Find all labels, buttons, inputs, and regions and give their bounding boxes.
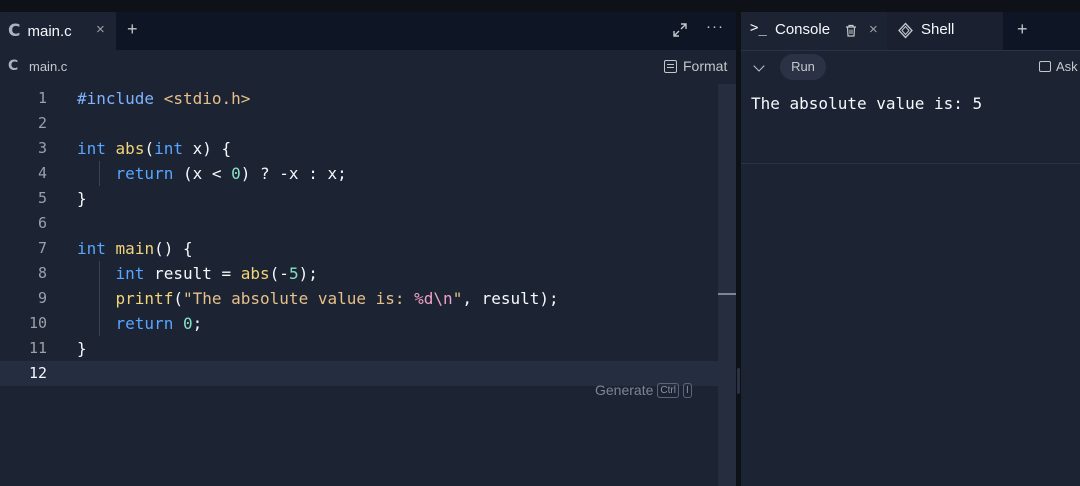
line-number: 10 [28, 314, 47, 332]
scrollbar-cursor-marker [718, 293, 736, 295]
chat-bubble-icon [1039, 61, 1051, 72]
console-tab-label: Console [775, 21, 831, 38]
breadcrumb: C main.c Format [0, 50, 736, 84]
code-line: 7 int main() { [0, 236, 718, 261]
expand-arrows-icon[interactable] [672, 22, 688, 43]
code-text: int abs(int x) { [77, 139, 232, 158]
line-number: 5 [37, 189, 47, 207]
line-number: 1 [37, 89, 47, 107]
tab-console[interactable]: >_ Console × [741, 12, 887, 50]
c-language-icon: C [8, 58, 19, 74]
code-text: int main() { [77, 239, 193, 258]
line-number: 3 [37, 139, 47, 157]
code-line: 11 } [0, 336, 718, 361]
shell-tab-label: Shell [921, 21, 955, 38]
code-line: 2 [0, 111, 718, 136]
code-line: 9 printf("The absolute value is: %d\n", … [0, 286, 718, 311]
terminal-prompt-icon: >_ [750, 20, 767, 36]
line-number: 7 [37, 239, 47, 257]
code-line: 10 return 0; [0, 311, 718, 336]
shortcut-ctrl: Ctrl [657, 382, 679, 398]
code-editor[interactable]: 1 #include <stdio.h> 2 3 int abs(int x) … [0, 86, 718, 486]
shortcut-key: I [682, 382, 692, 398]
window-top-strip [0, 0, 1080, 12]
code-text: int result = abs(-5); [115, 264, 318, 283]
line-number: 4 [37, 164, 47, 182]
code-line: 1 #include <stdio.h> [0, 86, 718, 111]
ask-button[interactable]: Ask [1039, 59, 1078, 74]
run-button[interactable]: Run [780, 54, 826, 80]
breadcrumb-file[interactable]: main.c [29, 59, 67, 74]
console-pane: >_ Console × Shell + Run Ask The absolut… [741, 12, 1080, 486]
c-language-icon: C [8, 21, 21, 41]
code-text: return (x < 0) ? -x : x; [115, 164, 347, 183]
editor-pane: C main.c × + ··· C main.c Format 1 #incl… [0, 12, 736, 486]
add-tab-button[interactable]: + [127, 19, 138, 40]
more-dots-icon[interactable]: ··· [706, 18, 724, 35]
line-number: 9 [37, 289, 47, 307]
code-text: #include <stdio.h> [77, 89, 251, 108]
code-line: 5 } [0, 186, 718, 211]
line-number: 6 [37, 214, 47, 232]
code-text: return 0; [115, 314, 203, 333]
code-line: 8 int result = abs(-5); [0, 261, 718, 286]
line-number: 12 [28, 364, 47, 382]
code-line: 4 return (x < 0) ? -x : x; [0, 161, 718, 186]
editor-scrollbar[interactable] [718, 84, 736, 486]
resize-handle[interactable] [737, 368, 740, 394]
console-tab-bar: >_ Console × Shell + [741, 12, 1080, 51]
close-icon[interactable]: × [869, 21, 878, 38]
line-number: 11 [28, 339, 47, 357]
ask-label: Ask [1056, 59, 1078, 74]
format-icon [664, 59, 677, 73]
code-text: } [77, 189, 87, 208]
add-tab-button[interactable]: + [1017, 19, 1028, 40]
generate-label: Generate [595, 382, 654, 398]
code-line: 3 int abs(int x) { [0, 136, 718, 161]
format-label: Format [683, 58, 728, 74]
tab-main-c[interactable]: C main.c × [0, 12, 116, 50]
editor-tab-bar: C main.c × + ··· [0, 12, 736, 51]
console-separator [741, 163, 1080, 164]
code-text: } [77, 339, 87, 358]
line-number: 2 [37, 114, 47, 132]
tab-label: main.c [27, 22, 72, 40]
console-output: The absolute value is: 5 [751, 94, 983, 113]
line-number: 8 [37, 264, 47, 282]
shell-icon [897, 22, 914, 44]
format-button[interactable]: Format [664, 58, 727, 74]
tab-shell[interactable]: Shell [887, 12, 1003, 50]
generate-hint[interactable]: Generate Ctrl I [595, 382, 692, 398]
close-icon[interactable]: × [96, 21, 105, 38]
code-line: 6 [0, 211, 718, 236]
code-text: printf("The absolute value is: %d\n", re… [115, 289, 559, 308]
chevron-down-icon[interactable] [753, 60, 765, 72]
trash-icon[interactable] [845, 24, 857, 42]
console-toolbar: Run Ask [741, 50, 1080, 84]
